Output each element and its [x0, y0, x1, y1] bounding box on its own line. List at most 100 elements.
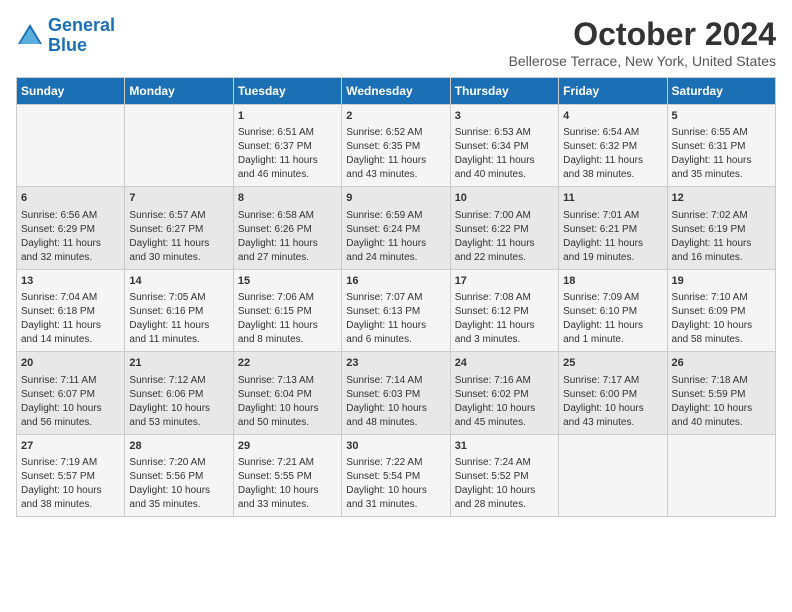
day-info-line: Daylight: 11 hours: [672, 237, 771, 251]
day-info-line: and 40 minutes.: [455, 168, 554, 182]
day-info-line: Sunrise: 7:21 AM: [238, 456, 337, 470]
day-info-line: Daylight: 11 hours: [129, 237, 228, 251]
day-info-line: Daylight: 11 hours: [455, 237, 554, 251]
day-info-line: Sunset: 5:59 PM: [672, 388, 771, 402]
day-info-line: and 1 minute.: [563, 333, 662, 347]
day-number: 16: [346, 274, 445, 289]
calendar-cell: 31 Sunrise: 7:24 AMSunset: 5:52 PMDayligh…: [450, 434, 558, 516]
day-info-line: Sunrise: 6:57 AM: [129, 209, 228, 223]
day-info-line: Sunrise: 7:09 AM: [563, 291, 662, 305]
week-row-1: 1Sunrise: 6:51 AMSunset: 6:37 PMDaylight…: [17, 105, 776, 187]
day-info-line: Sunrise: 7:10 AM: [672, 291, 771, 305]
day-info-line: Sunrise: 7:13 AM: [238, 374, 337, 388]
day-info-line: and 58 minutes.: [672, 333, 771, 347]
calendar-cell: 27Sunrise: 7:19 AMSunset: 5:57 PMDayligh…: [17, 434, 125, 516]
day-info-line: Sunrise: 7:08 AM: [455, 291, 554, 305]
day-info-line: and 35 minutes.: [129, 498, 228, 512]
day-info-line: Sunset: 6:00 PM: [563, 388, 662, 402]
day-info-line: Sunrise: 7:24 AM: [455, 456, 554, 470]
day-info-line: Sunset: 6:26 PM: [238, 223, 337, 237]
day-info-line: Sunrise: 7:05 AM: [129, 291, 228, 305]
day-info-line: and 27 minutes.: [238, 251, 337, 265]
day-info-line: Sunset: 6:22 PM: [455, 223, 554, 237]
day-number: 3: [455, 109, 554, 124]
calendar-cell: 2Sunrise: 6:52 AMSunset: 6:35 PMDaylight…: [342, 105, 450, 187]
day-info-line: and 38 minutes.: [21, 498, 120, 512]
day-info-line: Sunrise: 7:18 AM: [672, 374, 771, 388]
day-info-line: Sunset: 6:24 PM: [346, 223, 445, 237]
day-info-line: Sunset: 6:34 PM: [455, 140, 554, 154]
day-info-line: Sunset: 6:35 PM: [346, 140, 445, 154]
day-number: 5: [672, 109, 771, 124]
day-info-line: Daylight: 11 hours: [238, 237, 337, 251]
day-info-line: Sunset: 6:13 PM: [346, 305, 445, 319]
calendar-cell: 5Sunrise: 6:55 AMSunset: 6:31 PMDaylight…: [667, 105, 775, 187]
day-info-line: and 56 minutes.: [21, 416, 120, 430]
day-info-line: Sunset: 6:06 PM: [129, 388, 228, 402]
day-info-line: Daylight: 10 hours: [21, 402, 120, 416]
day-info-line: and 43 minutes.: [346, 168, 445, 182]
day-info-line: Daylight: 10 hours: [672, 319, 771, 333]
day-number: 24: [455, 356, 554, 371]
day-info-line: Daylight: 10 hours: [346, 484, 445, 498]
day-info-line: Sunrise: 7:11 AM: [21, 374, 120, 388]
day-info-line: Sunrise: 7:02 AM: [672, 209, 771, 223]
day-info-line: Sunrise: 7:14 AM: [346, 374, 445, 388]
day-number: 8: [238, 191, 337, 206]
day-number: 22: [238, 356, 337, 371]
day-info-line: Sunset: 6:19 PM: [672, 223, 771, 237]
day-info-line: Daylight: 10 hours: [129, 484, 228, 498]
logo: General Blue: [16, 16, 115, 56]
day-info-line: and 6 minutes.: [346, 333, 445, 347]
day-number: 27: [21, 439, 120, 454]
day-info-line: Sunset: 5:56 PM: [129, 470, 228, 484]
day-info-line: Sunrise: 7:00 AM: [455, 209, 554, 223]
calendar-cell: 17Sunrise: 7:08 AMSunset: 6:12 PMDayligh…: [450, 269, 558, 351]
day-info-line: Sunrise: 7:12 AM: [129, 374, 228, 388]
calendar-cell: 24Sunrise: 7:16 AMSunset: 6:02 PMDayligh…: [450, 352, 558, 434]
day-info-line: and 40 minutes.: [672, 416, 771, 430]
day-number: 31: [455, 439, 554, 454]
day-number: 17: [455, 274, 554, 289]
day-info-line: and 14 minutes.: [21, 333, 120, 347]
day-info-line: Sunset: 5:52 PM: [455, 470, 554, 484]
day-info-line: and 35 minutes.: [672, 168, 771, 182]
weekday-header-monday: Monday: [125, 78, 233, 105]
day-info-line: Daylight: 10 hours: [455, 484, 554, 498]
calendar-cell: 9Sunrise: 6:59 AMSunset: 6:24 PMDaylight…: [342, 187, 450, 269]
calendar-cell: 3Sunrise: 6:53 AMSunset: 6:34 PMDaylight…: [450, 105, 558, 187]
calendar-cell: 11Sunrise: 7:01 AMSunset: 6:21 PMDayligh…: [559, 187, 667, 269]
day-info-line: Sunset: 6:29 PM: [21, 223, 120, 237]
day-info-line: Sunset: 6:07 PM: [21, 388, 120, 402]
day-info-line: Sunset: 6:16 PM: [129, 305, 228, 319]
day-info-line: and 22 minutes.: [455, 251, 554, 265]
day-info-line: Sunset: 6:31 PM: [672, 140, 771, 154]
day-info-line: and 46 minutes.: [238, 168, 337, 182]
day-number: 6: [21, 191, 120, 206]
day-info-line: and 24 minutes.: [346, 251, 445, 265]
day-info-line: Sunrise: 7:07 AM: [346, 291, 445, 305]
day-info-line: Daylight: 11 hours: [346, 154, 445, 168]
day-info-line: Sunrise: 7:19 AM: [21, 456, 120, 470]
day-info-line: Sunset: 6:02 PM: [455, 388, 554, 402]
weekday-header-friday: Friday: [559, 78, 667, 105]
day-info-line: and 28 minutes.: [455, 498, 554, 512]
day-number: 15: [238, 274, 337, 289]
day-info-line: and 50 minutes.: [238, 416, 337, 430]
logo-line1: General: [48, 15, 115, 35]
day-number: 7: [129, 191, 228, 206]
day-info-line: and 43 minutes.: [563, 416, 662, 430]
day-number: 28: [129, 439, 228, 454]
day-number: 10: [455, 191, 554, 206]
day-number: 29: [238, 439, 337, 454]
day-info-line: Sunset: 6:18 PM: [21, 305, 120, 319]
calendar-cell: 29Sunrise: 7:21 AMSunset: 5:55 PMDayligh…: [233, 434, 341, 516]
day-number: 4: [563, 109, 662, 124]
day-info-line: Sunrise: 6:52 AM: [346, 126, 445, 140]
day-info-line: Sunrise: 7:22 AM: [346, 456, 445, 470]
day-number: 18: [563, 274, 662, 289]
day-number: 21: [129, 356, 228, 371]
day-info-line: Daylight: 11 hours: [455, 154, 554, 168]
calendar-cell: 16Sunrise: 7:07 AMSunset: 6:13 PMDayligh…: [342, 269, 450, 351]
month-title: October 2024: [509, 16, 776, 53]
